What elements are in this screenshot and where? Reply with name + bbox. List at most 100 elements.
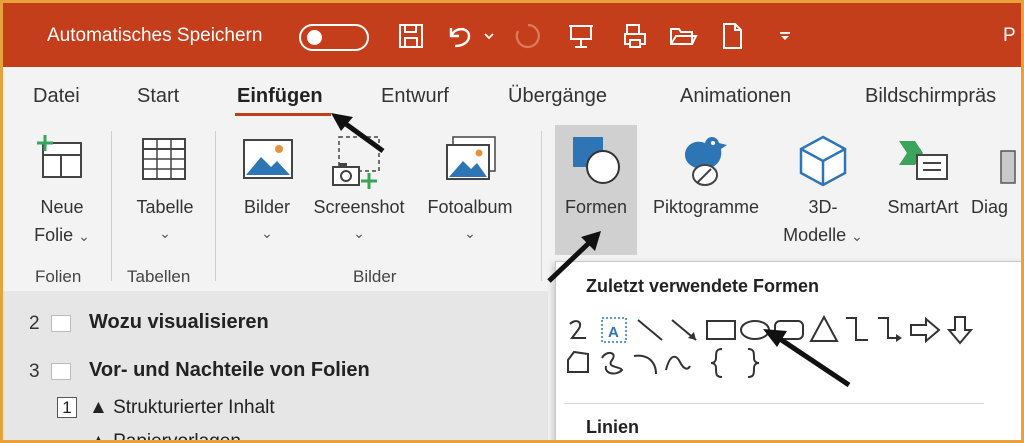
shapes-gallery-dropdown: Zuletzt verwendete Formen A Linien: [555, 261, 1021, 440]
powerpoint-window: Automatisches Speichern P Datei Start Ei…: [0, 0, 1024, 443]
active-tab-indicator: [235, 113, 331, 116]
table-icon: [142, 138, 186, 180]
outline-bullet[interactable]: ▲ Papiervorlagen: [89, 431, 241, 440]
chevron-down-icon: ⌄: [353, 225, 365, 241]
new-slide-button[interactable]: Neue Folie ⌄: [25, 125, 99, 255]
rectangle-shape-icon[interactable]: [704, 316, 738, 344]
slide-title[interactable]: Vor- und Nachteile von Folien: [89, 359, 370, 382]
rounded-rectangle-shape-icon[interactable]: [772, 316, 806, 344]
lines-header: Linien: [586, 417, 639, 437]
table-button[interactable]: Tabelle ⌄: [125, 125, 205, 255]
line-shape-icon[interactable]: [634, 316, 666, 344]
slide-number: 3: [29, 361, 40, 382]
svg-text:A: A: [608, 324, 619, 341]
freeform-shape-icon[interactable]: [564, 348, 594, 378]
shapes-label: Formen: [564, 197, 627, 217]
new-slide-icon: [37, 135, 82, 178]
smartart-label: SmartArt: [887, 197, 959, 217]
outline-level-badge: 1: [57, 397, 77, 418]
3d-models-button[interactable]: 3D- Modelle ⌄: [775, 125, 871, 255]
3d-models-label-2: Modelle: [783, 225, 847, 245]
tab-uebergaenge[interactable]: Übergänge: [508, 85, 607, 108]
photo-album-label: Fotoalbum: [427, 197, 513, 217]
group-label-bilder: Bilder: [353, 267, 397, 286]
shapes-button[interactable]: Formen: [555, 125, 637, 255]
smartart-button[interactable]: SmartArt: [875, 125, 971, 255]
elbow-connector-shape-icon[interactable]: [842, 314, 872, 344]
outline-bullet[interactable]: ▲ Strukturierter Inhalt: [89, 397, 275, 419]
chevron-down-icon: ⌄: [261, 225, 273, 241]
screenshot-icon: [332, 136, 380, 189]
new-slide-label-2: Folie: [34, 225, 74, 245]
tab-start[interactable]: Start: [137, 85, 179, 108]
group-label-tabellen: Tabellen: [127, 267, 191, 286]
text-box-shape-icon[interactable]: A: [598, 314, 630, 346]
redo-icon[interactable]: [511, 21, 545, 51]
pictures-label: Bilder: [243, 197, 291, 217]
autosave-toggle[interactable]: [299, 24, 369, 51]
section-divider: [564, 403, 984, 404]
slide-title[interactable]: Wozu visualisieren: [89, 311, 269, 334]
elbow-arrow-connector-shape-icon[interactable]: [874, 314, 906, 344]
scribble-shape-icon[interactable]: [596, 348, 628, 378]
triangle-shape-icon[interactable]: [808, 314, 840, 344]
new-slide-label-1: Neue: [40, 197, 84, 217]
tab-animationen[interactable]: Animationen: [680, 85, 791, 108]
arc-shape-icon[interactable]: [630, 348, 662, 378]
present-icon[interactable]: [565, 21, 597, 51]
down-arrow-shape-icon[interactable]: [946, 314, 974, 346]
3d-models-label-1: 3D-: [808, 197, 838, 217]
group-label-folien: Folien: [35, 267, 82, 286]
left-brace-shape-icon[interactable]: [706, 346, 728, 380]
tab-einfuegen[interactable]: Einfügen: [237, 85, 323, 108]
tab-entwurf[interactable]: Entwurf: [381, 85, 449, 108]
save-icon[interactable]: [395, 21, 427, 51]
shapes-icon: [573, 137, 620, 184]
chevron-down-icon: ⌄: [851, 228, 863, 244]
separator: [111, 131, 112, 281]
slide-thumbnail-icon[interactable]: [51, 315, 71, 332]
pictures-icon: [243, 139, 293, 179]
separator: [541, 131, 542, 281]
icons-button[interactable]: Piktogramme: [639, 125, 773, 255]
separator: [215, 131, 216, 281]
screenshot-label: Screenshot: [313, 197, 405, 217]
tab-datei[interactable]: Datei: [33, 85, 80, 108]
recent-shapes-header: Zuletzt verwendete Formen: [586, 276, 820, 296]
print-icon[interactable]: [619, 21, 651, 51]
chevron-down-icon: ⌄: [78, 228, 90, 244]
curve-shape-icon[interactable]: [662, 348, 694, 378]
customize-qat-icon[interactable]: [775, 21, 795, 51]
title-bar: Automatisches Speichern P: [3, 3, 1021, 67]
photo-album-button[interactable]: Fotoalbum ⌄: [417, 125, 523, 255]
right-brace-shape-icon[interactable]: [742, 346, 764, 380]
icons-icon: [685, 137, 727, 186]
gallery-scroll-area[interactable]: [984, 264, 1021, 440]
right-arrow-shape-icon[interactable]: [908, 316, 942, 344]
autosave-label: Automatisches Speichern: [47, 25, 263, 46]
open-folder-icon[interactable]: [667, 21, 699, 51]
chevron-down-icon: ⌄: [464, 225, 476, 241]
title-text-fragment: P: [1003, 25, 1016, 46]
pictures-button[interactable]: Bilder ⌄: [235, 125, 299, 255]
screenshot-button[interactable]: Screenshot ⌄: [305, 125, 413, 255]
slide-thumbnail-icon[interactable]: [51, 363, 71, 380]
tab-bildschirmpraesentation[interactable]: Bildschirmpräs: [865, 85, 996, 108]
chart-label: Diag: [971, 197, 1009, 217]
slide-number: 2: [29, 313, 40, 334]
cube-icon: [799, 135, 847, 187]
arrow-line-shape-icon[interactable]: [668, 316, 702, 344]
toggle-knob: [307, 30, 322, 45]
chart-button[interactable]: Diag: [971, 125, 1021, 255]
new-document-icon[interactable]: [719, 21, 745, 51]
chevron-down-icon: ⌄: [159, 225, 171, 241]
freeform-scribble-shape-icon[interactable]: [564, 316, 592, 344]
slide-outline-pane: 2 Wozu visualisieren 3 Vor- und Nachteil…: [3, 291, 548, 440]
table-label: Tabelle: [136, 197, 194, 217]
smartart-icon: [899, 141, 948, 180]
icons-label: Piktogramme: [652, 197, 760, 217]
oval-shape-icon[interactable]: [738, 316, 772, 344]
ribbon-tabs: Datei Start Einfügen Entwurf Übergänge A…: [3, 67, 1021, 125]
undo-icon[interactable]: [443, 21, 477, 51]
undo-dropdown-icon[interactable]: [481, 21, 497, 51]
